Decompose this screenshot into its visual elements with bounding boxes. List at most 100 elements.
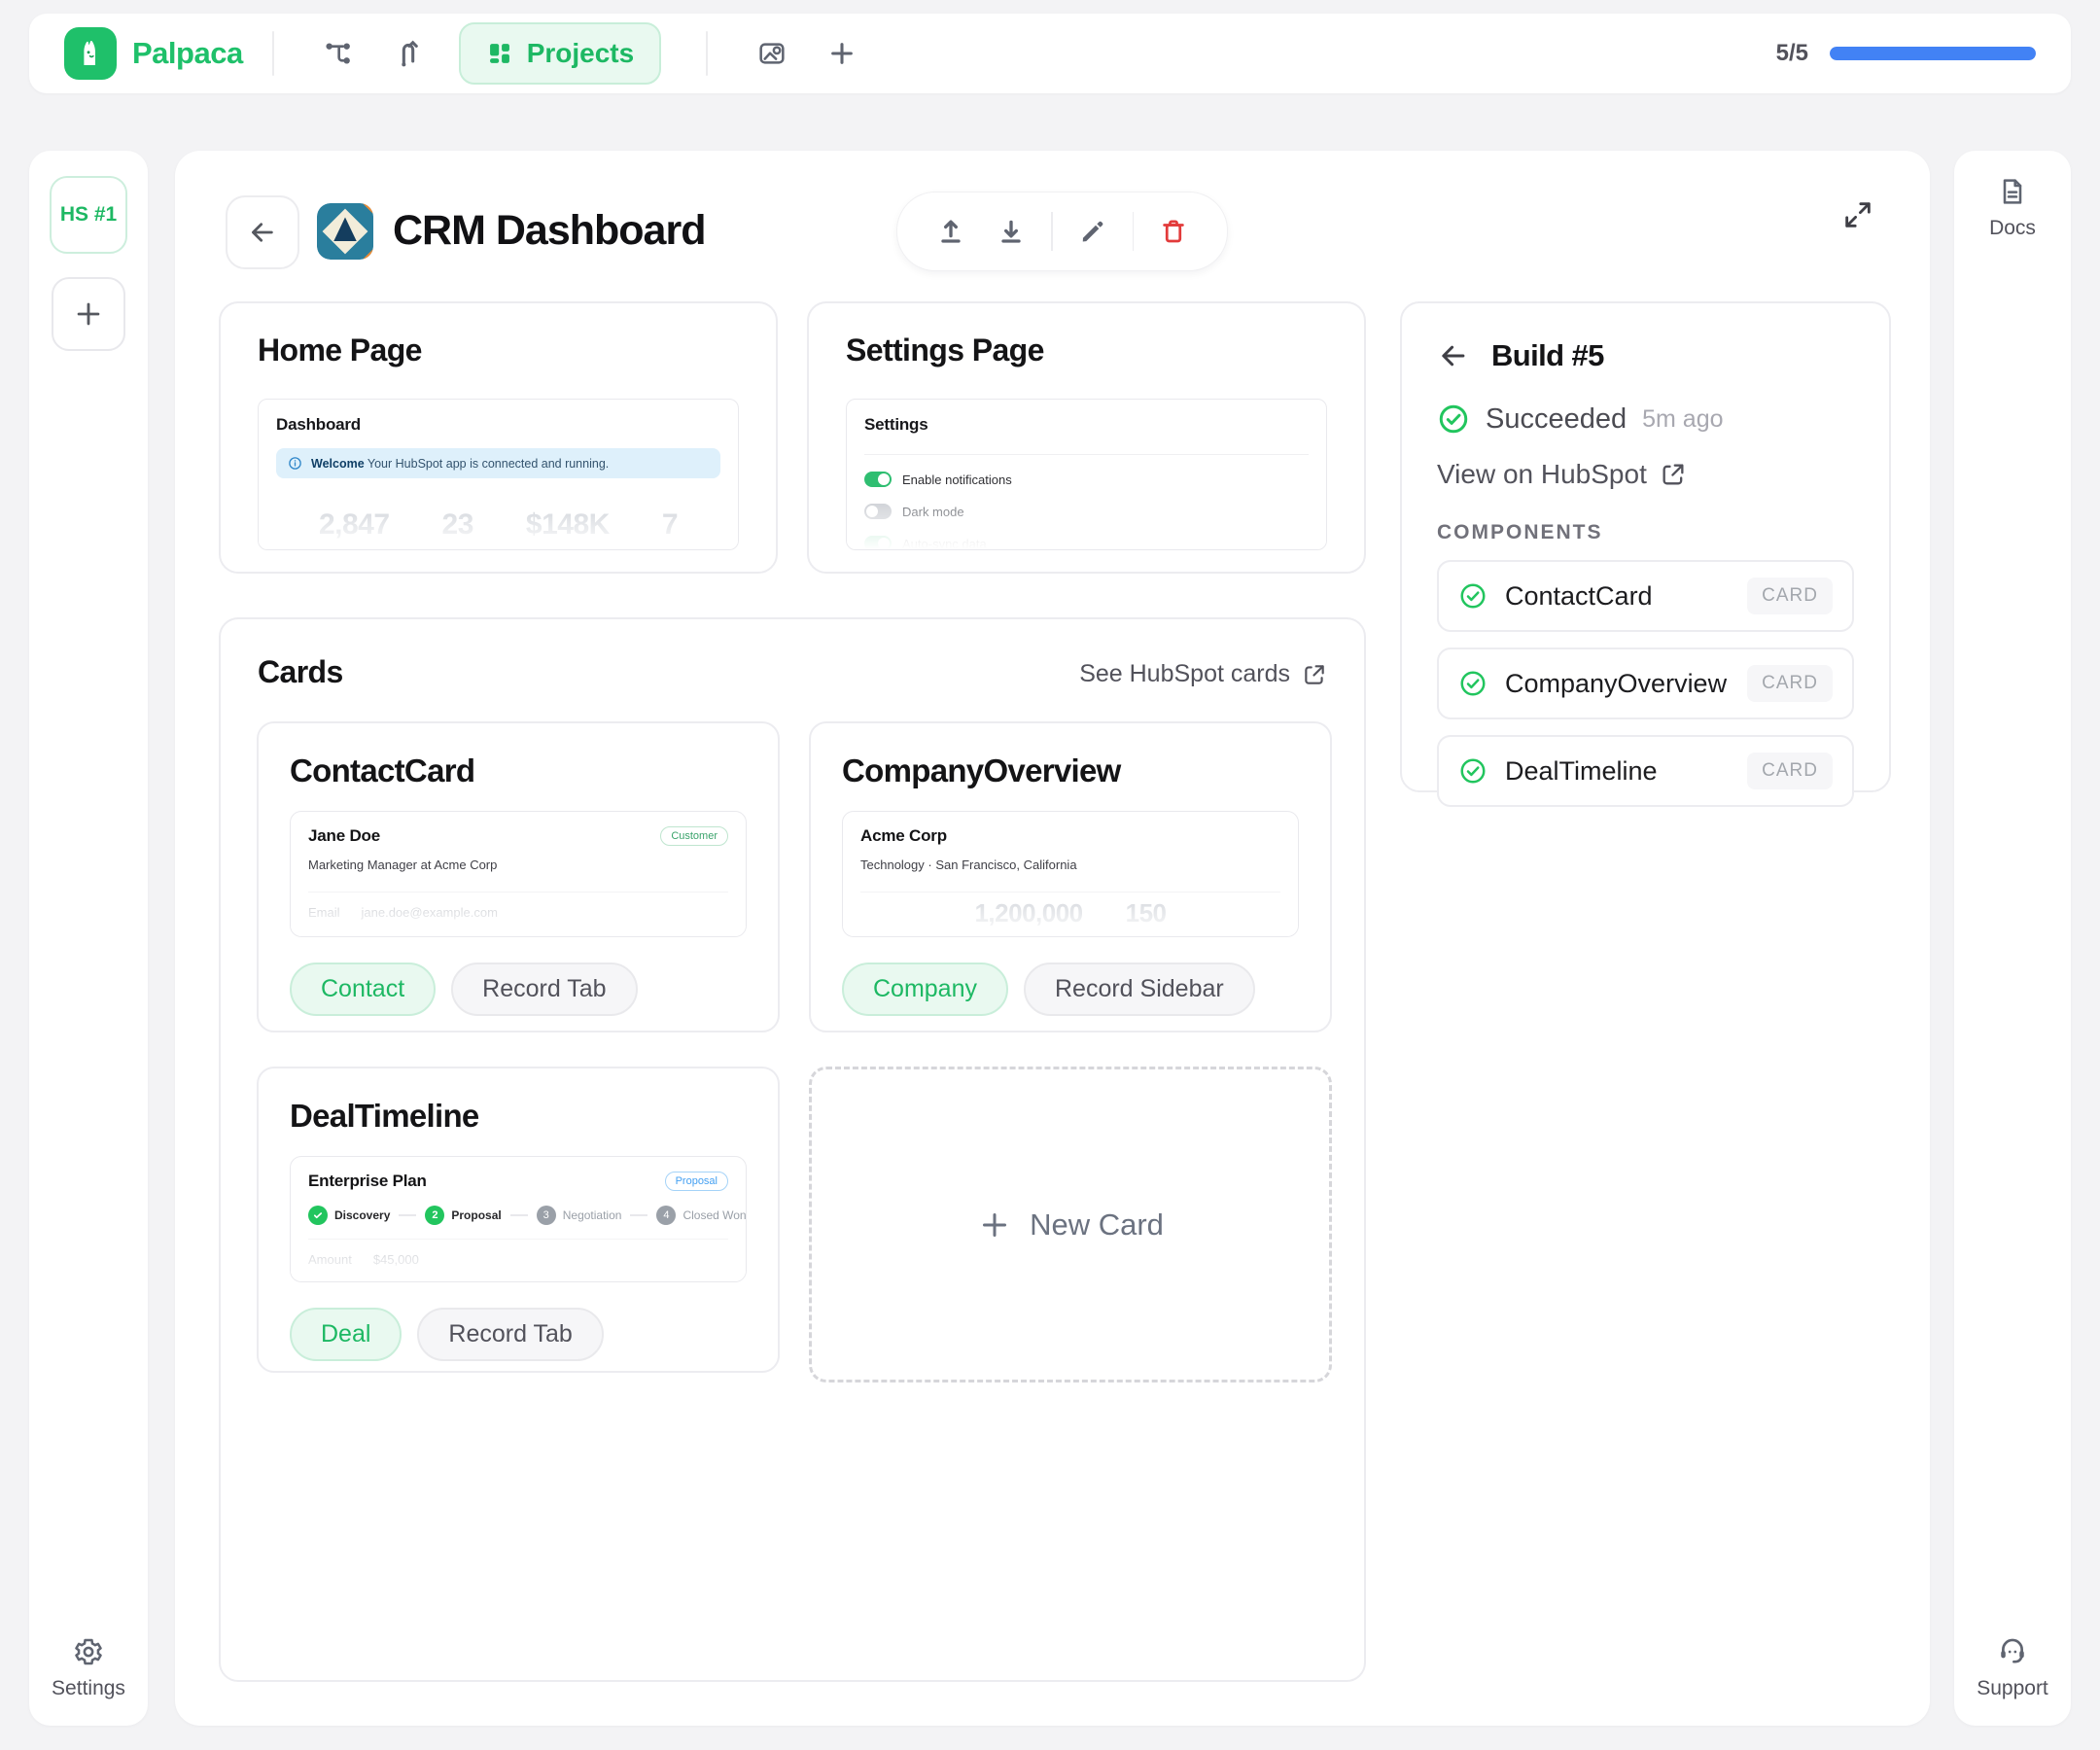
- object-chip: Deal: [290, 1308, 402, 1361]
- external-link-icon: [1302, 662, 1327, 687]
- toggle-off: [864, 504, 892, 519]
- deal-stage-track: Discovery 2 Proposal 3 Negotiation: [308, 1206, 728, 1225]
- download-button[interactable]: [981, 201, 1041, 262]
- stage-label: Closed Won: [682, 1208, 746, 1222]
- stat-value: $148K: [526, 508, 610, 542]
- settings-page-card[interactable]: Settings Page Settings Enable notificati…: [807, 301, 1366, 574]
- upload-icon: [935, 216, 966, 247]
- download-icon: [996, 216, 1027, 247]
- gear-icon: [73, 1636, 104, 1667]
- record-name: Acme Corp: [860, 826, 947, 846]
- divider: [1133, 212, 1135, 251]
- component-row-companyoverview[interactable]: CompanyOverview CARD: [1437, 648, 1854, 719]
- settings-label: Settings: [52, 1677, 125, 1700]
- document-icon: [1997, 176, 2028, 207]
- company-overview-tile[interactable]: CompanyOverview Acme Corp Technology · S…: [809, 721, 1332, 1032]
- component-name: ContactCard: [1505, 581, 1653, 612]
- amount-value: $45,000: [373, 1252, 419, 1267]
- contact-card-tile[interactable]: ContactCard Jane Doe Customer Marketing …: [257, 721, 780, 1032]
- component-name: DealTimeline: [1505, 756, 1658, 787]
- stage-label: Discovery: [334, 1208, 390, 1222]
- docs-button[interactable]: Docs: [1989, 176, 2036, 240]
- home-page-title: Home Page: [258, 332, 422, 368]
- project-logo-icon: [317, 203, 373, 260]
- build-header: Build #5: [1437, 338, 1854, 373]
- cards-section: Cards See HubSpot cards ContactCard Jane…: [219, 617, 1366, 1682]
- stat-value: 150: [1126, 898, 1167, 928]
- page-title: CRM Dashboard: [393, 207, 705, 255]
- see-hubspot-cards-link[interactable]: See HubSpot cards: [1079, 660, 1327, 688]
- preview-dashboard-title: Dashboard: [276, 415, 720, 435]
- trash-icon: [1159, 217, 1188, 246]
- stage-connector: [630, 1214, 648, 1216]
- object-chip: Contact: [290, 962, 436, 1016]
- home-stats: 2,847 23 $148K 7: [276, 508, 720, 542]
- view-on-hubspot-link[interactable]: View on HubSpot: [1437, 459, 1854, 490]
- main-panel: CRM Dashboard: [175, 151, 1930, 1726]
- palpaca-logo-icon: [64, 27, 117, 80]
- toggle-row: Enable notifications: [864, 472, 1309, 487]
- home-page-card[interactable]: Home Page Dashboard Welcome Your HubSpot…: [219, 301, 778, 574]
- plus-icon: [977, 1208, 1012, 1242]
- build-status: Succeeded 5m ago: [1437, 402, 1854, 436]
- check-circle-icon: [1458, 756, 1488, 786]
- publish-button[interactable]: [921, 201, 981, 262]
- settings-page-title: Settings Page: [846, 332, 1044, 368]
- support-button[interactable]: Support: [1977, 1634, 2048, 1700]
- cards-section-title: Cards: [258, 654, 343, 690]
- stat-value: 7: [662, 508, 678, 542]
- stage-active: 2 Proposal: [425, 1206, 501, 1225]
- deal-timeline-preview: Enterprise Plan Proposal Discovery 2: [290, 1156, 747, 1282]
- workflow-icon[interactable]: [311, 26, 366, 81]
- check-circle-icon: [1458, 669, 1488, 698]
- toggle-label: Auto-sync data: [902, 537, 987, 551]
- component-type-badge: CARD: [1747, 752, 1833, 789]
- component-type-badge: CARD: [1747, 578, 1833, 614]
- back-button[interactable]: [226, 195, 299, 269]
- top-bar: Palpaca: [29, 14, 2071, 93]
- location-chip: Record Tab: [417, 1308, 603, 1361]
- expand-icon[interactable]: [1831, 188, 1885, 242]
- project-toolbar: [896, 192, 1228, 271]
- see-hubspot-cards-label: See HubSpot cards: [1079, 660, 1290, 688]
- settings-page-preview: Settings Enable notifications Dark mode …: [846, 399, 1327, 550]
- chips: Company Record Sidebar: [842, 962, 1299, 1016]
- company-stats: 1,200,000 150: [860, 898, 1280, 928]
- new-tab-icon[interactable]: [815, 26, 869, 81]
- toggle-on: [864, 536, 892, 550]
- stage-number: 2: [425, 1206, 444, 1225]
- deal-timeline-tile[interactable]: DealTimeline Enterprise Plan Proposal Di…: [257, 1067, 780, 1373]
- projects-label: Projects: [527, 38, 635, 69]
- credits-progress-bar: [1830, 47, 2036, 60]
- record-subtitle: Marketing Manager at Acme Corp: [308, 858, 728, 872]
- left-rail: HS #1 Settings: [29, 151, 148, 1726]
- delete-button[interactable]: [1143, 201, 1204, 262]
- component-name: CompanyOverview: [1505, 669, 1727, 699]
- headset-icon: [1996, 1634, 2029, 1667]
- stage-connector: [399, 1214, 416, 1216]
- edit-button[interactable]: [1063, 201, 1123, 262]
- docs-label: Docs: [1989, 217, 2036, 240]
- home-page-preview: Dashboard Welcome Your HubSpot app is co…: [258, 399, 739, 550]
- settings-button[interactable]: Settings: [52, 1636, 125, 1700]
- pencil-icon: [1078, 217, 1107, 246]
- build-back-button[interactable]: [1437, 339, 1470, 372]
- toggle-row: Auto-sync data: [864, 536, 1309, 550]
- screenshots-icon[interactable]: [745, 26, 799, 81]
- stat-value: 23: [442, 508, 473, 542]
- component-row-dealtimeline[interactable]: DealTimeline CARD: [1437, 735, 1854, 807]
- email-row: Email jane.doe@example.com: [308, 905, 728, 920]
- stage-done: Discovery: [308, 1206, 390, 1225]
- component-row-contactcard[interactable]: ContactCard CARD: [1437, 560, 1854, 632]
- topbar-right: 5/5: [1776, 40, 2036, 67]
- workspace-button[interactable]: HS #1: [50, 176, 127, 254]
- build-panel: Build #5 Succeeded 5m ago View on HubSpo…: [1400, 301, 1891, 792]
- component-type-badge: CARD: [1747, 665, 1833, 702]
- add-workspace-button[interactable]: [52, 277, 125, 351]
- object-chip: Company: [842, 962, 1008, 1016]
- new-card-button[interactable]: New Card: [809, 1067, 1332, 1382]
- chips: Contact Record Tab: [290, 962, 747, 1016]
- toggle-label: Dark mode: [902, 505, 964, 519]
- routes-icon[interactable]: [381, 26, 436, 81]
- projects-button[interactable]: Projects: [459, 22, 662, 85]
